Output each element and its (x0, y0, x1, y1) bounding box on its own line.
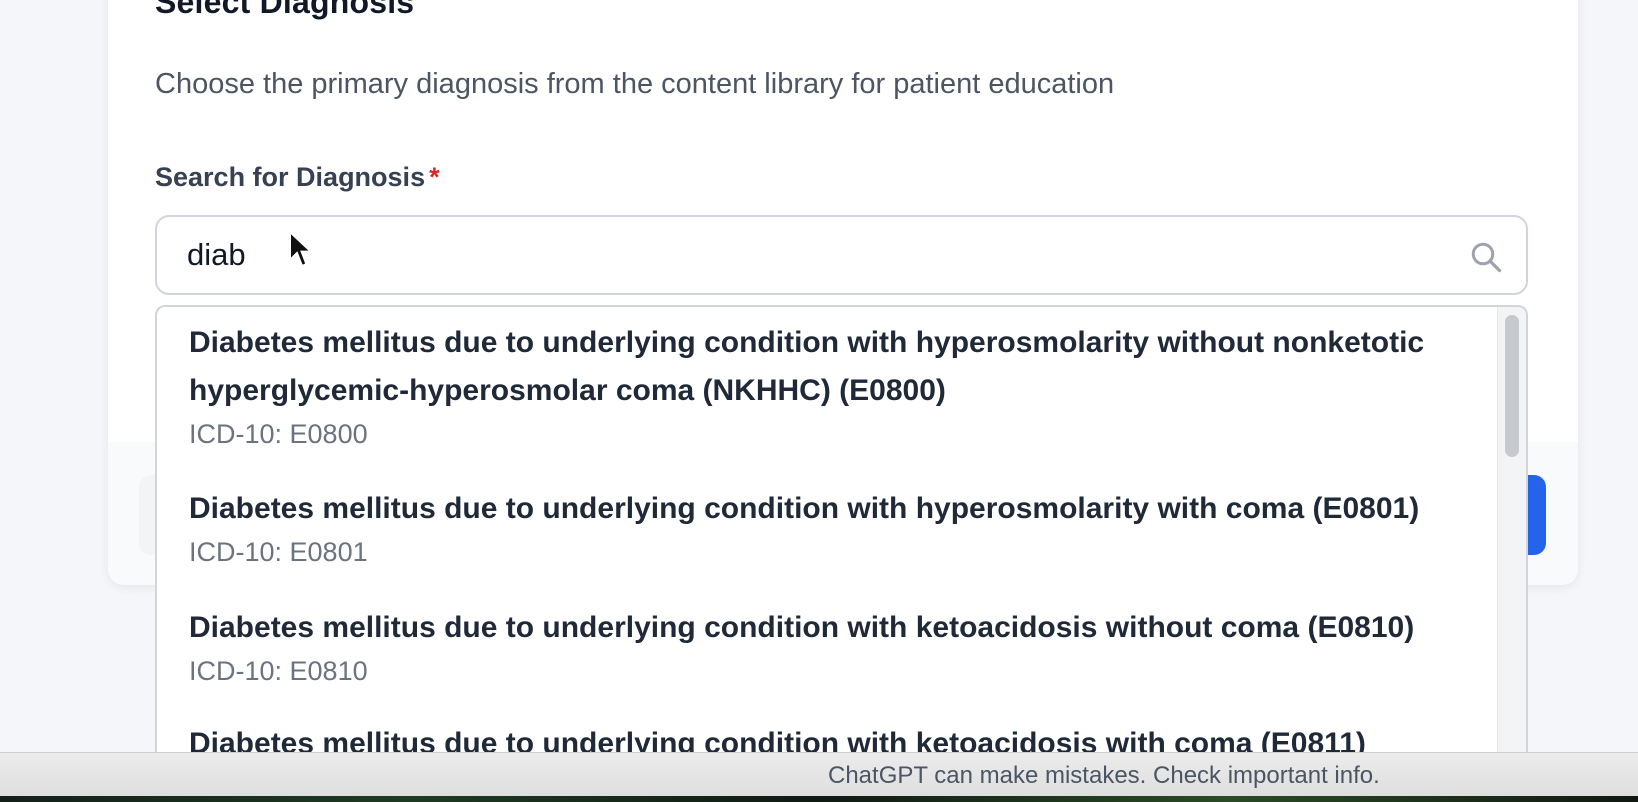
dialog-subtitle: Choose the primary diagnosis from the co… (155, 68, 1115, 100)
result-option-e0800[interactable]: Diabetes mellitus due to underlying cond… (189, 319, 1479, 451)
search-icon[interactable] (1468, 239, 1504, 275)
results-scrollbar-thumb[interactable] (1505, 315, 1519, 457)
result-code: ICD-10: E0800 (189, 419, 368, 449)
search-field[interactable] (155, 215, 1528, 295)
dialog-title: Select Diagnosis (155, 0, 415, 20)
result-option-e0801[interactable]: Diabetes mellitus due to underlying cond… (189, 485, 1479, 569)
result-name: Diabetes mellitus due to underlying cond… (189, 611, 1415, 644)
result-name: Diabetes mellitus due to underlying cond… (189, 492, 1420, 525)
required-marker: * (429, 162, 440, 192)
search-input[interactable] (187, 231, 1427, 279)
diagnosis-results-dropdown: Diabetes mellitus due to underlying cond… (155, 305, 1528, 785)
search-label-text: Search for Diagnosis (155, 162, 426, 192)
result-name: Diabetes mellitus due to underlying cond… (189, 326, 1425, 407)
search-label: Search for Diagnosis * (155, 162, 440, 193)
desktop-wallpaper (0, 796, 1638, 802)
chat-footer-bar: ChatGPT can make mistakes. Check importa… (0, 752, 1638, 797)
result-code: ICD-10: E0810 (189, 656, 368, 686)
disclaimer-text: ChatGPT can make mistakes. Check importa… (828, 762, 1380, 789)
results-scrollbar[interactable] (1497, 307, 1526, 785)
result-code: ICD-10: E0801 (189, 537, 368, 567)
mouse-pointer-icon (289, 230, 314, 268)
result-option-e0810[interactable]: Diabetes mellitus due to underlying cond… (189, 604, 1479, 688)
